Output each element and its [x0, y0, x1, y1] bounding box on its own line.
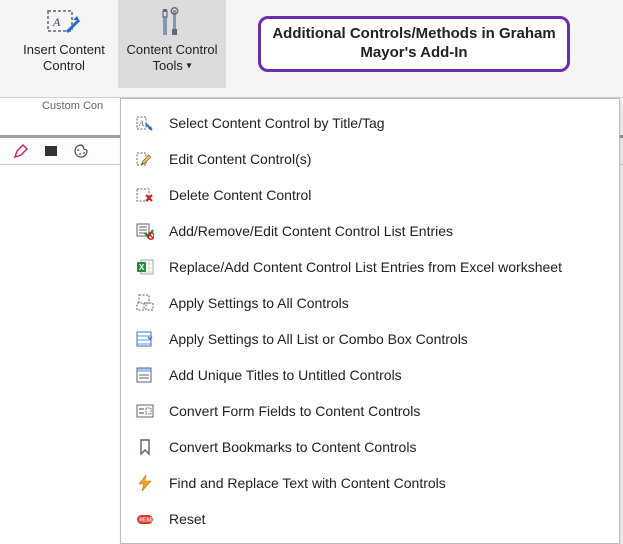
menu-item-apply-all[interactable]: Apply Settings to All Controls: [121, 285, 619, 321]
menu-item-label: Edit Content Control(s): [169, 151, 311, 167]
content-control-tools-icon: [153, 6, 191, 40]
menu-item-label: Convert Form Fields to Content Controls: [169, 403, 420, 419]
palette-tool-icon[interactable]: [72, 142, 90, 160]
menu-item-select-by-title-tag[interactable]: A Select Content Control by Title/Tag: [121, 105, 619, 141]
fill-tool-icon[interactable]: [42, 142, 60, 160]
menu-item-find-replace[interactable]: Find and Replace Text with Content Contr…: [121, 465, 619, 501]
content-control-tools-button[interactable]: Content Control Tools ▾: [118, 0, 226, 88]
reset-icon: RESET: [135, 509, 155, 529]
lightning-icon: [135, 473, 155, 493]
chevron-down-icon: ▾: [186, 60, 191, 71]
menu-item-reset[interactable]: RESET Reset: [121, 501, 619, 537]
excel-icon: X: [135, 257, 155, 277]
pen-tool-icon[interactable]: [12, 142, 30, 160]
insert-content-control-button[interactable]: A Insert Content Control: [10, 0, 118, 88]
menu-item-label: Add/Remove/Edit Content Control List Ent…: [169, 223, 453, 239]
unique-titles-icon: [135, 365, 155, 385]
svg-text:RESET: RESET: [139, 518, 154, 524]
svg-text:X: X: [139, 263, 145, 272]
ribbon-group-label: Custom Con: [42, 100, 103, 112]
list-check-icon: [135, 221, 155, 241]
callout-box: Additional Controls/Methods in Graham Ma…: [258, 16, 570, 72]
select-title-tag-icon: A: [135, 113, 155, 133]
menu-item-excel-replace[interactable]: X Replace/Add Content Control List Entrie…: [121, 249, 619, 285]
svg-text:A: A: [138, 119, 144, 128]
convert-form-icon: [135, 401, 155, 421]
menu-item-label: Replace/Add Content Control List Entries…: [169, 259, 562, 275]
menu-item-convert-bookmarks[interactable]: Convert Bookmarks to Content Controls: [121, 429, 619, 465]
svg-text:A: A: [52, 15, 61, 29]
callout-text: Additional Controls/Methods in Graham Ma…: [271, 25, 557, 63]
menu-item-label: Apply Settings to All Controls: [169, 295, 349, 311]
menu-item-label: Reset: [169, 511, 206, 527]
delete-x-icon: [135, 185, 155, 205]
apply-all-icon: [135, 293, 155, 313]
bookmark-icon: [135, 437, 155, 457]
menu-item-convert-form[interactable]: Convert Form Fields to Content Controls: [121, 393, 619, 429]
menu-item-label: Convert Bookmarks to Content Controls: [169, 439, 416, 455]
menu-item-label: Apply Settings to All List or Combo Box …: [169, 331, 468, 347]
apply-list-icon: [135, 329, 155, 349]
menu-item-label: Select Content Control by Title/Tag: [169, 115, 385, 131]
content-control-tools-label: Content Control Tools ▾: [126, 42, 217, 73]
menu-item-label: Find and Replace Text with Content Contr…: [169, 475, 446, 491]
menu-item-label: Delete Content Control: [169, 187, 311, 203]
insert-content-control-icon: A: [45, 6, 83, 40]
edit-pencil-icon: [135, 149, 155, 169]
menu-item-apply-list[interactable]: Apply Settings to All List or Combo Box …: [121, 321, 619, 357]
content-control-tools-menu: A Select Content Control by Title/Tag Edit…: [120, 98, 620, 544]
menu-item-edit[interactable]: Edit Content Control(s): [121, 141, 619, 177]
menu-item-list-entries[interactable]: Add/Remove/Edit Content Control List Ent…: [121, 213, 619, 249]
menu-item-unique-titles[interactable]: Add Unique Titles to Untitled Controls: [121, 357, 619, 393]
menu-item-label: Add Unique Titles to Untitled Controls: [169, 367, 402, 383]
menu-item-delete[interactable]: Delete Content Control: [121, 177, 619, 213]
insert-content-control-label: Insert Content Control: [23, 42, 105, 73]
